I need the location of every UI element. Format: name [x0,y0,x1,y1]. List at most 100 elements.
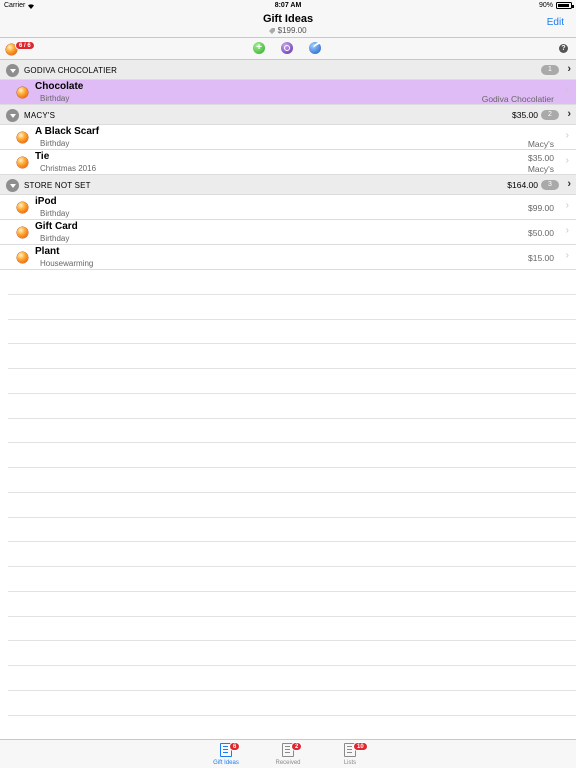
section-name: STORE NOT SET [24,181,91,190]
nav-bar: Gift Ideas $199.00 Edit [0,12,576,38]
empty-row [8,394,576,419]
total-value: $199.00 [277,26,307,35]
counter-badge: 6 / 6 [15,41,35,50]
tab-badge: 10 [353,742,368,751]
tab-label: Received [275,760,301,766]
list-item[interactable]: Chocolate Birthday Godiva Chocolatier › [0,80,576,105]
status-bar: Carrier 8:07 AM 90% [0,0,576,12]
target-icon [284,45,290,51]
list-item[interactable]: A Black Scarf Birthday Macy's › [0,125,576,150]
list-item[interactable]: iPod Birthday $99.00 › [0,195,576,220]
empty-row [8,369,576,394]
help-button[interactable]: ? [559,44,568,53]
gift-orb-icon [17,252,28,263]
tab-badge: 6 [229,742,241,751]
purchased-counter[interactable]: 6 / 6 [6,41,40,55]
swoosh-ball-icon [312,41,323,50]
empty-row [8,641,576,666]
battery-icon [556,2,574,9]
gift-orb-icon [17,157,28,168]
item-price: $35.00 [528,153,554,163]
battery-percent: 90% [538,2,553,9]
tab-gift-ideas[interactable]: 6 Gift Ideas [201,742,251,768]
list-item[interactable]: Tie Christmas 2016 $35.00 Macy's › [0,150,576,175]
item-title: Plant [35,246,60,257]
empty-row [8,295,576,320]
empty-row [8,419,576,444]
list-item[interactable]: Gift Card Birthday $50.00 › [0,220,576,245]
add-button[interactable]: + [253,42,265,54]
tab-badge: 2 [291,742,303,751]
item-title: Chocolate [35,81,84,92]
chevron-right-icon: › [565,130,569,141]
disclosure-icon[interactable] [6,64,19,77]
section-count: 2 [541,110,559,120]
section-header[interactable]: STORE NOT SET $164.00 3 › [0,175,576,195]
section-header[interactable]: MACY'S $35.00 2 › [0,105,576,125]
item-title: Gift Card [35,221,78,232]
gift-orb-icon [17,202,28,213]
edit-button[interactable]: Edit [547,17,564,28]
empty-row [8,666,576,691]
section-name: MACY'S [24,111,56,120]
item-occasion: Christmas 2016 [40,164,97,173]
section-count: 3 [541,180,559,190]
empty-row [8,691,576,716]
empty-row [8,320,576,345]
item-occasion: Birthday [40,139,70,148]
gift-orb-icon [17,227,28,238]
empty-row [8,493,576,518]
section-count: 1 [541,65,559,75]
section-name: GODIVA CHOCOLATIER [24,66,118,75]
disclosure-icon[interactable] [6,179,19,192]
item-occasion: Birthday [40,209,70,218]
tab-lists[interactable]: 10 Lists [325,742,375,768]
empty-row [8,443,576,468]
item-store: Godiva Chocolatier [481,94,554,104]
list-item[interactable]: Plant Housewarming $15.00 › [0,245,576,270]
item-price: $99.00 [528,203,554,213]
section-header[interactable]: GODIVA CHOCOLATIER 1 › [0,60,576,80]
page-title: Gift Ideas [262,13,314,25]
chevron-right-icon: › [567,178,571,190]
item-occasion: Birthday [40,94,70,103]
empty-row [8,542,576,567]
tab-received[interactable]: 2 Received [263,742,313,768]
item-occasion: Housewarming [40,259,94,268]
item-occasion: Birthday [40,234,70,243]
ball-button[interactable] [309,41,323,54]
tag-icon [269,28,276,34]
section-total: $164.00 [507,180,538,190]
chevron-right-icon: › [565,250,569,261]
tab-label: Lists [343,760,357,766]
page-subtitle: $199.00 [0,26,576,35]
empty-row [8,716,576,741]
empty-row [8,468,576,493]
chevron-right-icon: › [565,225,569,236]
chevron-right-icon: › [567,108,571,120]
item-title: A Black Scarf [35,126,100,137]
item-title: Tie [35,151,50,162]
empty-row [8,567,576,592]
tab-label: Gift Ideas [213,760,239,766]
chevron-right-icon: › [565,155,569,166]
empty-row [8,344,576,369]
status-time: 8:07 AM [274,2,302,9]
battery: 90% [538,2,574,9]
chevron-right-icon: › [565,200,569,211]
item-title: iPod [35,196,57,207]
empty-rows [0,270,576,741]
empty-row [8,617,576,642]
chevron-right-icon: › [567,63,571,75]
gift-orb-icon [17,87,28,98]
disclosure-icon[interactable] [6,109,19,122]
toolbar: 6 / 6 + ? [0,38,576,60]
empty-row [8,270,576,295]
section-total: $35.00 [512,110,538,120]
empty-row [8,518,576,543]
target-button[interactable] [281,42,293,54]
item-store: Macy's [527,164,554,174]
chevron-right-icon: › [565,85,569,96]
item-price: $50.00 [528,228,554,238]
gift-list: GODIVA CHOCOLATIER 1 › Chocolate Birthda… [0,60,576,741]
